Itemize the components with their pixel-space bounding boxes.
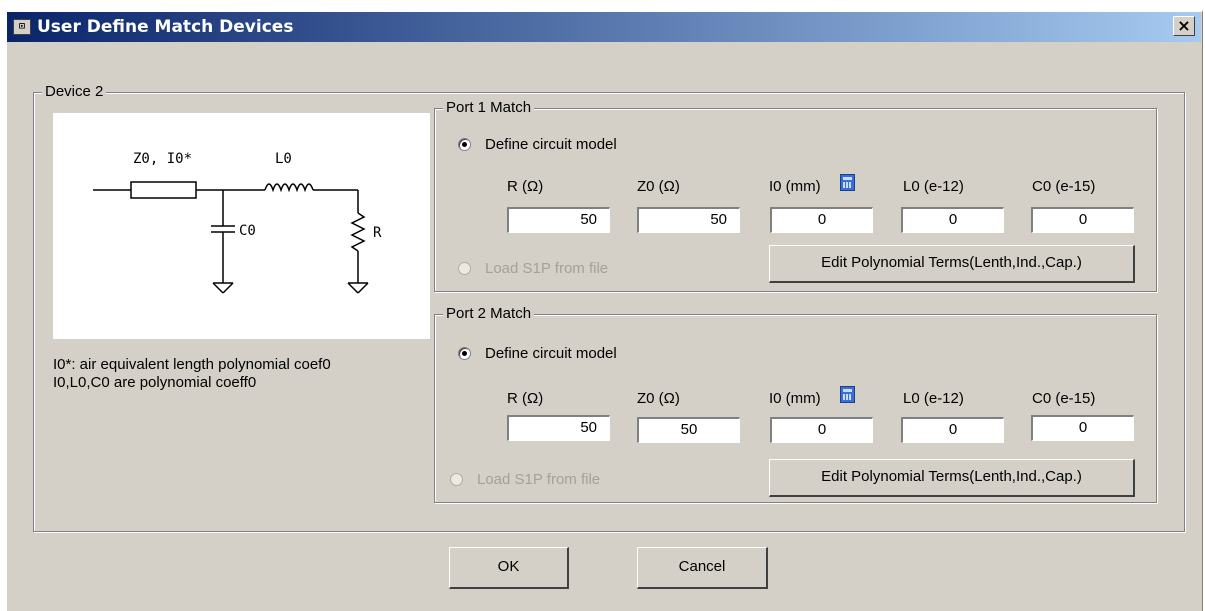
app-icon: ⊡	[13, 19, 31, 35]
port2-load-radio-dot[interactable]	[450, 473, 463, 486]
cancel-button[interactable]: Cancel	[637, 547, 768, 589]
circuit-schematic-icon: Z0, I0* L0 C0 R	[93, 151, 382, 294]
note-line-1: I0*: air equivalent length polynomial co…	[53, 356, 331, 373]
port2-i0-input[interactable]: 0	[770, 417, 873, 443]
port2-edit-polynomial-button[interactable]: Edit Polynomial Terms(Lenth,Ind.,Cap.)	[769, 459, 1135, 497]
port1-define-label: Define circuit model	[485, 136, 617, 153]
port2-load-label: Load S1P from file	[477, 471, 601, 488]
port2-group-label: Port 2 Match	[443, 305, 535, 322]
circuit-diagram: Z0, I0* L0 C0 R	[53, 113, 430, 339]
port2-define-radio-dot[interactable]	[458, 347, 471, 360]
port2-calculator-icon[interactable]	[840, 386, 855, 403]
port2-c0-label: C0 (e-15)	[1032, 390, 1096, 407]
port2-r-input[interactable]: 50	[507, 415, 610, 441]
port1-l0-input[interactable]: 0	[901, 207, 1004, 233]
port2-l0-label: L0 (e-12)	[903, 390, 964, 407]
port1-group-label: Port 1 Match	[443, 99, 535, 116]
port1-load-radio-dot[interactable]	[458, 262, 471, 275]
ok-button[interactable]: OK	[449, 547, 569, 589]
port2-define-radio[interactable]: Define circuit model	[458, 345, 617, 362]
port1-l0-label: L0 (e-12)	[903, 178, 964, 195]
port1-define-radio[interactable]: Define circuit model	[458, 136, 617, 153]
device-group-label: Device 2	[42, 83, 107, 100]
port1-r-input[interactable]: 50	[507, 207, 610, 233]
port1-z0-label: Z0 (Ω)	[637, 178, 680, 195]
port2-i0-label: I0 (mm)	[769, 390, 821, 407]
port2-load-radio[interactable]: Load S1P from file	[450, 471, 600, 488]
port1-i0-label: I0 (mm)	[769, 178, 821, 195]
port1-c0-input[interactable]: 0	[1031, 207, 1134, 233]
note-line-2: I0,L0,C0 are polynomial coeff0	[53, 374, 257, 391]
port1-load-label: Load S1P from file	[485, 260, 609, 277]
port1-define-radio-dot[interactable]	[458, 138, 471, 151]
r-label: R	[373, 225, 382, 241]
l0-label: L0	[275, 151, 292, 167]
port2-c0-input[interactable]: 0	[1031, 415, 1134, 441]
port1-edit-polynomial-button[interactable]: Edit Polynomial Terms(Lenth,Ind.,Cap.)	[769, 245, 1135, 283]
port1-calculator-icon[interactable]	[840, 174, 855, 191]
window-title: User Define Match Devices	[37, 17, 294, 37]
port1-z0-input[interactable]: 50	[637, 207, 740, 233]
c0-label: C0	[239, 223, 256, 239]
port2-l0-input[interactable]: 0	[901, 417, 1004, 443]
port1-i0-input[interactable]: 0	[770, 207, 873, 233]
port1-load-radio[interactable]: Load S1P from file	[458, 260, 608, 277]
title-bar[interactable]: ⊡ User Define Match Devices ×	[7, 12, 1201, 42]
port1-c0-label: C0 (e-15)	[1032, 178, 1096, 195]
z0-label: Z0, I0*	[133, 151, 192, 167]
close-button[interactable]: ×	[1173, 16, 1195, 36]
port2-define-label: Define circuit model	[485, 345, 617, 362]
port1-r-label: R (Ω)	[507, 178, 544, 195]
port2-r-label: R (Ω)	[507, 390, 544, 407]
port2-z0-input[interactable]: 50	[637, 417, 740, 443]
dialog-window: ⊡ User Define Match Devices × Device 2 Z…	[5, 10, 1203, 611]
port2-z0-label: Z0 (Ω)	[637, 390, 680, 407]
